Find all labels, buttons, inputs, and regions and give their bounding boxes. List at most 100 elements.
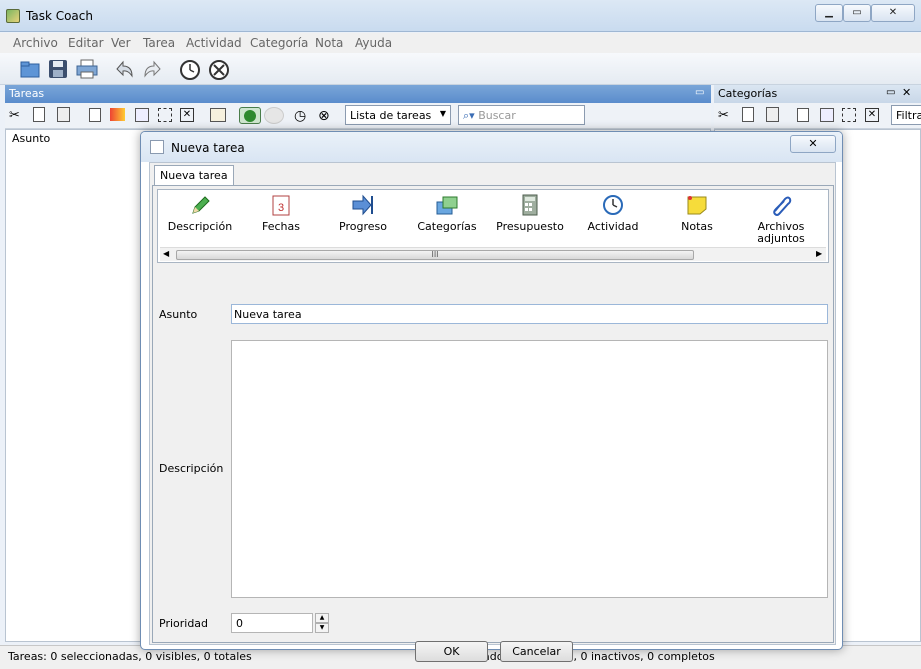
paste-icon[interactable] [766,107,779,122]
start-tracking-icon[interactable]: ◷ [294,108,306,124]
menu-nota[interactable]: Nota [315,36,343,50]
page-label: Presupuesto [496,220,564,233]
maximize-panel-icon[interactable]: ▭ [695,87,704,98]
close-window-button[interactable]: ✕ [871,4,915,22]
page-label: Actividad [587,220,639,233]
clock-icon [601,194,625,216]
tasks-panel-title: Tareas [9,87,45,100]
open-file-icon[interactable] [18,57,42,81]
search-placeholder: Buscar [478,109,516,122]
delete-category-icon[interactable]: ✕ [865,108,879,122]
page-descripcion[interactable]: Descripción [163,192,237,244]
tab-nueva-tarea[interactable]: Nueva tarea [154,165,234,185]
asunto-input[interactable]: Nueva tarea [231,304,828,324]
undo-icon[interactable] [112,57,136,81]
spin-down-icon[interactable]: ▼ [315,623,329,633]
menu-bar: Archivo Editar Ver Tarea Actividad Categ… [0,33,921,53]
prioridad-input[interactable]: 0 [231,613,313,633]
scroll-thumb[interactable]: III [176,250,694,260]
new-category-icon[interactable] [797,108,809,122]
maximize-panel-icon[interactable]: ▭ [886,87,895,98]
tasks-panel-header: Tareas ▭ [5,85,711,103]
search-input[interactable]: ⌕▾ Buscar [458,105,585,125]
scroll-grip: III [431,250,439,259]
dialog-title: Nueva tarea [171,141,245,155]
app-title: Task Coach [26,9,93,23]
menu-actividad[interactable]: Actividad [186,36,242,50]
note-icon [685,194,709,216]
maximize-button[interactable]: ▭ [843,4,871,22]
view-select[interactable]: Lista de tareas ▼ [345,105,451,125]
paste-icon[interactable] [57,107,70,122]
page-notas[interactable]: Notas [660,192,734,244]
menu-ayuda[interactable]: Ayuda [355,36,392,50]
scroll-left-icon[interactable]: ◀ [163,249,169,258]
page-presupuesto[interactable]: Presupuesto [493,192,567,244]
menu-editar[interactable]: Editar [68,36,104,50]
page-progreso[interactable]: Progreso [326,192,400,244]
note-task-icon[interactable] [210,108,226,122]
scroll-right-icon[interactable]: ▶ [816,249,822,258]
cut-icon[interactable]: ✂ [9,108,20,123]
delete-task-icon[interactable]: ✕ [180,108,194,122]
new-task-icon[interactable] [89,108,101,122]
search-icon: ⌕▾ [463,109,475,122]
spin-up-icon[interactable]: ▲ [315,613,329,623]
edit-category-icon[interactable] [820,108,834,122]
horizontal-scrollbar[interactable]: ◀ III ▶ [160,247,826,261]
status-tasks: Tareas: 0 seleccionadas, 0 visibles, 0 t… [8,650,252,663]
app-icon [6,9,20,23]
page-fechas[interactable]: 3 Fechas [244,192,318,244]
filter-field[interactable]: Filtra [891,105,921,125]
dialog-body: Nueva tarea Descripción 3 Fechas Progres… [149,162,836,662]
page-label: Notas [681,220,713,233]
tab-panel: Descripción 3 Fechas Progreso Categorías… [152,185,834,662]
asunto-label: Asunto [159,308,198,321]
task-icon [150,140,164,154]
categories-toolbar: ✂ ✕ Filtra [714,103,921,129]
view-select-value: Lista de tareas [350,109,432,122]
descripcion-label: Descripción [159,462,224,475]
page-categorias[interactable]: Categorías [410,192,484,244]
page-label: Categorías [417,220,477,233]
toggle-completed-icon[interactable] [239,107,261,124]
print-icon[interactable] [75,57,99,81]
redo-icon[interactable] [141,57,165,81]
stop-tracking-small-icon[interactable]: ⊗ [318,108,330,124]
ok-button[interactable]: OK [415,641,488,662]
save-icon[interactable] [46,57,70,81]
main-toolbar [0,53,921,85]
select-all-icon[interactable] [158,108,172,122]
edit-task-icon[interactable] [135,108,149,122]
minimize-button[interactable]: ▁ [815,4,843,22]
page-label: Fechas [262,220,300,233]
cancel-button[interactable]: Cancelar [500,641,573,662]
menu-tarea[interactable]: Tarea [143,36,175,50]
page-label: Descripción [167,220,233,233]
new-task-dialog: Nueva tarea ✕ Nueva tarea Descripción 3 … [140,131,843,662]
copy-icon[interactable] [33,107,45,122]
toggle-inactive-icon[interactable] [264,107,284,124]
copy-icon[interactable] [742,107,754,122]
cut-icon[interactable]: ✂ [718,108,729,123]
close-panel-icon[interactable]: ✕ [902,86,911,99]
pencil-icon [188,194,212,216]
dialog-close-button[interactable]: ✕ [790,135,836,153]
column-header-asunto[interactable]: Asunto [12,132,50,145]
calculator-icon [518,194,542,216]
page-archivos-adjuntos[interactable]: Archivos adjuntos [744,192,818,245]
stopwatch-icon[interactable] [178,57,202,81]
categories-panel-title: Categorías [718,87,778,100]
select-all-icon[interactable] [842,108,856,122]
menu-archivo[interactable]: Archivo [13,36,58,50]
descripcion-textarea[interactable] [231,340,828,598]
stop-tracking-icon[interactable] [207,57,231,81]
prioridad-label: Prioridad [159,617,209,630]
menu-ver[interactable]: Ver [111,36,131,50]
new-subtask-icon[interactable] [110,108,125,121]
page-actividad[interactable]: Actividad [576,192,650,244]
progress-arrow-icon [351,194,375,216]
menu-categoria[interactable]: Categoría [250,36,308,50]
page-icon-strip: Descripción 3 Fechas Progreso Categorías… [157,189,829,263]
tasks-toolbar: ✂ ✕ ◷ ⊗ Lista de tareas ▼ ⌕▾ Buscar [5,103,711,129]
